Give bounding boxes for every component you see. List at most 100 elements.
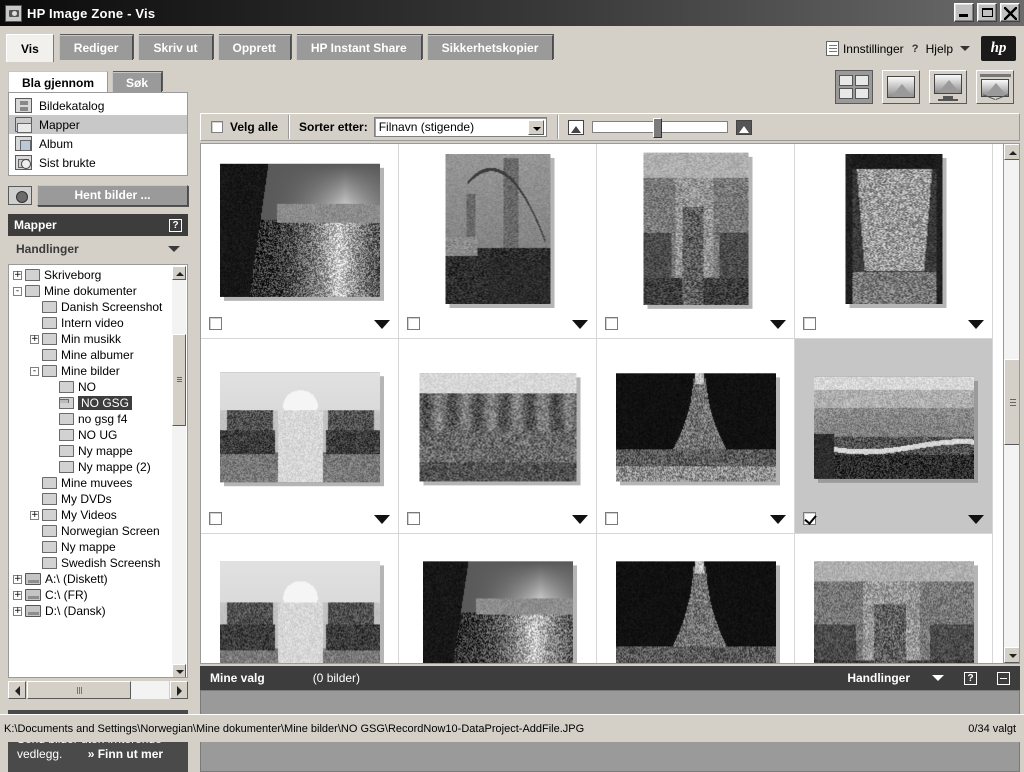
thumbnail-image[interactable] bbox=[445, 154, 550, 304]
thumbnail-cell[interactable] bbox=[597, 339, 795, 534]
tab-opprett[interactable]: Opprett bbox=[217, 35, 291, 60]
expand-icon[interactable]: + bbox=[30, 334, 39, 344]
tree-item[interactable]: Ny mappe (2) bbox=[9, 459, 172, 475]
promo-link[interactable]: » Finn ut mer bbox=[88, 747, 163, 761]
help-link[interactable]: ? Hjelp bbox=[909, 42, 953, 56]
folder-tree-scrollbar[interactable] bbox=[172, 266, 186, 677]
thumbnail-image[interactable] bbox=[813, 376, 974, 479]
thumbnail-menu-icon[interactable] bbox=[968, 320, 984, 329]
sidebar-item-album[interactable]: Album bbox=[9, 134, 187, 153]
settings-link[interactable]: Innstillinger bbox=[825, 41, 904, 56]
thumbnail-cell[interactable] bbox=[201, 144, 399, 339]
close-button[interactable] bbox=[1000, 3, 1020, 22]
thumbnail-checkbox[interactable] bbox=[209, 512, 222, 525]
sidebar-item-mapper[interactable]: Mapper bbox=[9, 115, 187, 134]
select-all-checkbox[interactable] bbox=[211, 121, 223, 133]
thumbnail-checkbox[interactable] bbox=[605, 512, 618, 525]
thumbnail-checkbox[interactable] bbox=[803, 512, 816, 525]
expand-icon[interactable]: + bbox=[13, 270, 22, 280]
get-images-button[interactable]: Hent bilder ... bbox=[37, 184, 188, 206]
thumbnail-size-slider[interactable] bbox=[591, 118, 728, 138]
scroll-down-button[interactable] bbox=[172, 664, 186, 677]
help-icon[interactable]: ? bbox=[169, 218, 182, 232]
tree-item[interactable]: + Min musikk bbox=[9, 331, 172, 347]
tree-item[interactable]: Norwegian Screen bbox=[9, 523, 172, 539]
folder-tree-hscrollbar[interactable] bbox=[8, 680, 188, 700]
thumbnail-menu-icon[interactable] bbox=[374, 515, 390, 524]
collapse-icon[interactable]: - bbox=[13, 286, 22, 296]
thumbnail-menu-icon[interactable] bbox=[770, 515, 786, 524]
thumbnail-image[interactable] bbox=[615, 373, 776, 482]
scroll-right-button[interactable] bbox=[170, 681, 188, 699]
thumbnail-cell[interactable] bbox=[399, 339, 597, 534]
help-icon[interactable]: ? bbox=[964, 671, 977, 685]
sort-dropdown[interactable]: Filnavn (stigende) bbox=[373, 117, 547, 137]
expand-icon[interactable]: + bbox=[13, 574, 22, 584]
thumbnail-menu-icon[interactable] bbox=[572, 320, 588, 329]
thumbnail-cell[interactable] bbox=[399, 144, 597, 339]
sidebar-tab-browse[interactable]: Bla gjennom bbox=[8, 71, 109, 93]
tree-item[interactable]: My DVDs bbox=[9, 491, 172, 507]
thumbnail-cell[interactable] bbox=[795, 339, 993, 534]
thumbnail-checkbox[interactable] bbox=[407, 317, 420, 330]
tree-item[interactable]: no gsg f4 bbox=[9, 411, 172, 427]
tree-item[interactable]: Ny mappe bbox=[9, 539, 172, 555]
thumbnail-grid-view-button[interactable] bbox=[835, 70, 873, 104]
minimize-button[interactable] bbox=[954, 3, 974, 22]
thumbnail-image[interactable] bbox=[219, 163, 380, 297]
slider-thumb[interactable] bbox=[652, 118, 662, 138]
small-image-icon[interactable] bbox=[567, 119, 584, 135]
scroll-thumb[interactable] bbox=[1004, 359, 1019, 445]
tree-item[interactable]: Intern video bbox=[9, 315, 172, 331]
tree-item[interactable]: Mine muvees bbox=[9, 475, 172, 491]
tree-item[interactable]: + Skriveborg bbox=[9, 267, 172, 283]
tree-item[interactable]: NO UG bbox=[9, 427, 172, 443]
scroll-thumb[interactable] bbox=[172, 334, 186, 426]
thumbnail-image[interactable] bbox=[813, 561, 974, 663]
sidebar-tab-search[interactable]: Søk bbox=[112, 72, 163, 92]
single-image-view-button[interactable] bbox=[882, 70, 920, 104]
expand-icon[interactable]: + bbox=[13, 606, 22, 616]
tree-item[interactable]: - Mine bilder bbox=[9, 363, 172, 379]
thumbnail-image[interactable] bbox=[422, 561, 573, 663]
selection-actions-label[interactable]: Handlinger bbox=[847, 671, 910, 685]
thumbnail-cell[interactable] bbox=[201, 339, 399, 534]
tree-item[interactable]: NO bbox=[9, 379, 172, 395]
tree-item[interactable]: + C:\ (FR) bbox=[9, 587, 172, 603]
slideshow-view-button[interactable] bbox=[976, 70, 1014, 104]
tree-item[interactable]: Ny mappe bbox=[9, 443, 172, 459]
tree-item[interactable]: Swedish Screensh bbox=[9, 555, 172, 571]
thumbnail-image[interactable] bbox=[419, 373, 576, 482]
chevron-down-icon[interactable] bbox=[960, 46, 970, 51]
tree-item[interactable]: Mine albumer bbox=[9, 347, 172, 363]
thumbnail-checkbox[interactable] bbox=[803, 317, 816, 330]
scroll-left-button[interactable] bbox=[8, 681, 26, 699]
tree-item[interactable]: NO GSG bbox=[9, 395, 172, 411]
scroll-up-button[interactable] bbox=[1004, 144, 1019, 160]
thumbnail-image[interactable] bbox=[845, 154, 942, 304]
tree-item[interactable]: + D:\ (Dansk) bbox=[9, 603, 172, 619]
thumbnail-image[interactable] bbox=[615, 561, 776, 663]
maximize-button[interactable] bbox=[977, 3, 997, 22]
collapse-icon[interactable]: - bbox=[30, 366, 39, 376]
thumbnail-menu-icon[interactable] bbox=[374, 320, 390, 329]
expand-icon[interactable]: + bbox=[30, 510, 39, 520]
hscroll-thumb[interactable] bbox=[27, 681, 131, 699]
collapse-icon[interactable] bbox=[997, 671, 1010, 685]
thumbnail-cell[interactable] bbox=[795, 144, 993, 339]
thumbnail-cell[interactable] bbox=[597, 534, 795, 663]
hscroll-track[interactable] bbox=[27, 681, 169, 699]
tree-item[interactable]: + A:\ (Diskett) bbox=[9, 571, 172, 587]
thumbnail-image[interactable] bbox=[219, 561, 380, 663]
tree-item[interactable]: + My Videos bbox=[9, 507, 172, 523]
thumbnail-cell[interactable] bbox=[399, 534, 597, 663]
folder-actions-dropdown[interactable]: Handlinger bbox=[8, 236, 188, 262]
scroll-up-button[interactable] bbox=[172, 266, 186, 280]
tab-hp-instant-share[interactable]: HP Instant Share bbox=[295, 35, 422, 60]
thumbnail-menu-icon[interactable] bbox=[968, 515, 984, 524]
tree-item[interactable]: Danish Screenshot bbox=[9, 299, 172, 315]
thumbnail-cell[interactable] bbox=[597, 144, 795, 339]
thumbnail-image[interactable] bbox=[643, 152, 748, 305]
expand-icon[interactable]: + bbox=[13, 590, 22, 600]
chevron-down-icon[interactable] bbox=[932, 675, 944, 681]
